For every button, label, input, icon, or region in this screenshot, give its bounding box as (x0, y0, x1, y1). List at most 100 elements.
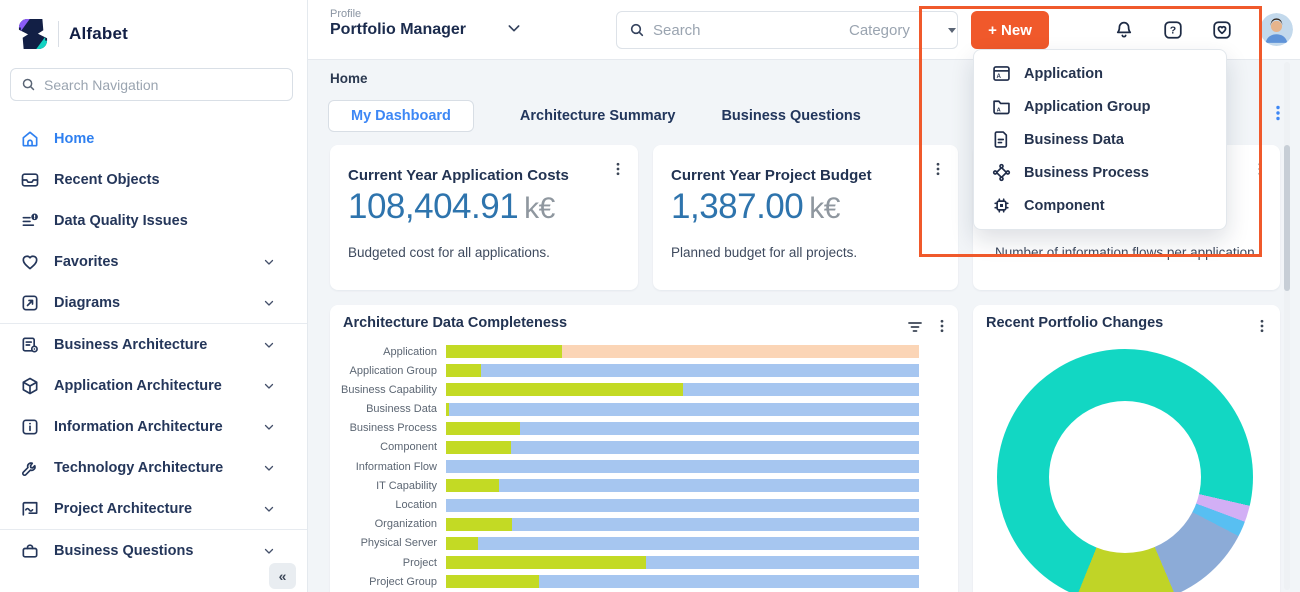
menu-item-application-group[interactable]: A Application Group (974, 90, 1226, 123)
help-icon[interactable]: ? (1162, 19, 1184, 41)
sidebar-item-diagrams[interactable]: Diagrams (0, 282, 307, 323)
sidebar-item-home[interactable]: Home (0, 118, 307, 159)
app-logo: Alfabet (0, 0, 307, 52)
card-menu-kebab-icon[interactable] (936, 318, 948, 334)
sidebar-search[interactable] (10, 68, 293, 101)
inbox-icon (20, 170, 40, 190)
business-process-icon (991, 162, 1012, 183)
search-icon (629, 22, 645, 38)
sidebar-item-project-architecture[interactable]: Project Architecture (0, 488, 307, 529)
sidebar-item-label: Diagrams (54, 295, 120, 311)
chevron-down-icon[interactable] (506, 20, 522, 36)
bar-track (446, 537, 919, 550)
sidebar-item-application-architecture[interactable]: Application Architecture (0, 365, 307, 406)
global-search-input[interactable] (653, 22, 823, 39)
sidebar-item-data-quality-issues[interactable]: Data Quality Issues (0, 200, 307, 241)
logo-divider (58, 21, 59, 47)
briefcase-icon (20, 541, 40, 561)
sidebar-item-label: Application Architecture (54, 378, 222, 394)
sidebar-item-technology-architecture[interactable]: Technology Architecture (0, 447, 307, 488)
bar-row: Business Data (330, 403, 958, 416)
menu-item-component[interactable]: Component (974, 189, 1226, 222)
sidebar-item-label: Information Architecture (54, 419, 223, 435)
chart-title: Recent Portfolio Changes (986, 315, 1163, 331)
menu-item-business-data[interactable]: Business Data (974, 123, 1226, 156)
bar-row: Organization (330, 518, 958, 531)
scrollbar-thumb[interactable] (1284, 145, 1290, 291)
bar-category-label: Project (330, 557, 446, 569)
bar-fill (446, 345, 562, 358)
menu-item-label: Application (1024, 66, 1103, 82)
user-avatar[interactable] (1260, 13, 1293, 46)
card-title: Current Year Application Costs (348, 167, 569, 184)
card-architecture-data-completeness: Architecture Data Completeness Applicati… (330, 305, 958, 592)
card-menu-kebab-icon[interactable] (612, 161, 624, 177)
chevron-down-icon (263, 256, 275, 268)
menu-item-application[interactable]: A Application (974, 57, 1226, 90)
menu-item-business-process[interactable]: Business Process (974, 156, 1226, 189)
stat-unit: k€ (809, 192, 840, 225)
card-menu-kebab-icon[interactable] (1256, 318, 1268, 334)
new-button[interactable]: + New (971, 11, 1049, 49)
svg-text:A: A (996, 73, 1001, 80)
donut-hole (1049, 401, 1201, 553)
stat-description: Budgeted cost for all applications. (348, 245, 550, 260)
bar-row: Location (330, 499, 958, 512)
sidebar-item-recent-objects[interactable]: Recent Objects (0, 159, 307, 200)
sidebar-item-label: Home (54, 131, 94, 147)
bar-fill (446, 479, 499, 492)
profile-selector[interactable]: Profile Portfolio Manager (330, 8, 466, 39)
bar-fill (446, 575, 539, 588)
data-quality-icon (20, 211, 40, 231)
sidebar-item-label: Business Architecture (54, 337, 207, 353)
global-search[interactable]: Category (616, 11, 958, 49)
stat-description: Number of information flows per applicat… (995, 245, 1255, 260)
bar-category-label: Business Process (330, 422, 446, 434)
sidebar-item-information-architecture[interactable]: Information Architecture (0, 406, 307, 447)
bar-fill (446, 422, 520, 435)
diagram-icon (20, 293, 40, 313)
sidebar-collapse-button[interactable]: « (269, 563, 296, 589)
sidebar-item-favorites[interactable]: Favorites (0, 241, 307, 282)
sidebar-search-input[interactable] (44, 77, 282, 93)
sidebar-item-label: Recent Objects (54, 172, 160, 188)
favorites-box-icon[interactable] (1211, 19, 1233, 41)
sidebar-item-business-questions[interactable]: Business Questions (0, 530, 307, 571)
business-architecture-icon (20, 335, 40, 355)
new-object-menu: A Application A Application Group Busine… (973, 49, 1227, 230)
bar-fill (446, 364, 481, 377)
bar-category-label: Application Group (330, 365, 446, 377)
bar-track (446, 460, 919, 473)
breadcrumb: Home (330, 71, 368, 86)
tab-architecture-summary[interactable]: Architecture Summary (520, 108, 676, 124)
chevron-down-icon (263, 380, 275, 392)
tabs-overflow-kebab-icon[interactable] (1271, 105, 1285, 121)
bar-category-label: Physical Server (330, 537, 446, 549)
bar-track (446, 518, 919, 531)
chevron-down-icon (263, 339, 275, 351)
tab-business-questions[interactable]: Business Questions (721, 108, 860, 124)
notifications-bell-icon[interactable] (1113, 19, 1135, 41)
project-report-icon (20, 499, 40, 519)
bar-category-label: Component (330, 441, 446, 453)
tab-my-dashboard[interactable]: My Dashboard (328, 100, 474, 132)
business-data-icon (991, 129, 1012, 150)
category-select[interactable]: Category (839, 22, 956, 39)
chevron-down-icon (263, 297, 275, 309)
chevron-down-icon (263, 503, 275, 515)
card-menu-kebab-icon[interactable] (932, 161, 944, 177)
card-menu-kebab-icon[interactable] (1254, 161, 1266, 177)
wrench-icon (20, 458, 40, 478)
application-icon: A (991, 63, 1012, 84)
bar-track (446, 575, 919, 588)
bar-fill (446, 556, 646, 569)
bar-category-label: Business Data (330, 403, 446, 415)
bar-category-label: Location (330, 499, 446, 511)
scrollbar-track (1284, 62, 1290, 590)
bar-category-label: IT Capability (330, 480, 446, 492)
heart-icon (20, 252, 40, 272)
filter-icon[interactable] (906, 318, 924, 336)
bar-fill (446, 537, 478, 550)
sidebar-item-business-architecture[interactable]: Business Architecture (0, 324, 307, 365)
stat-value: 108,404.91k€ (348, 187, 555, 227)
